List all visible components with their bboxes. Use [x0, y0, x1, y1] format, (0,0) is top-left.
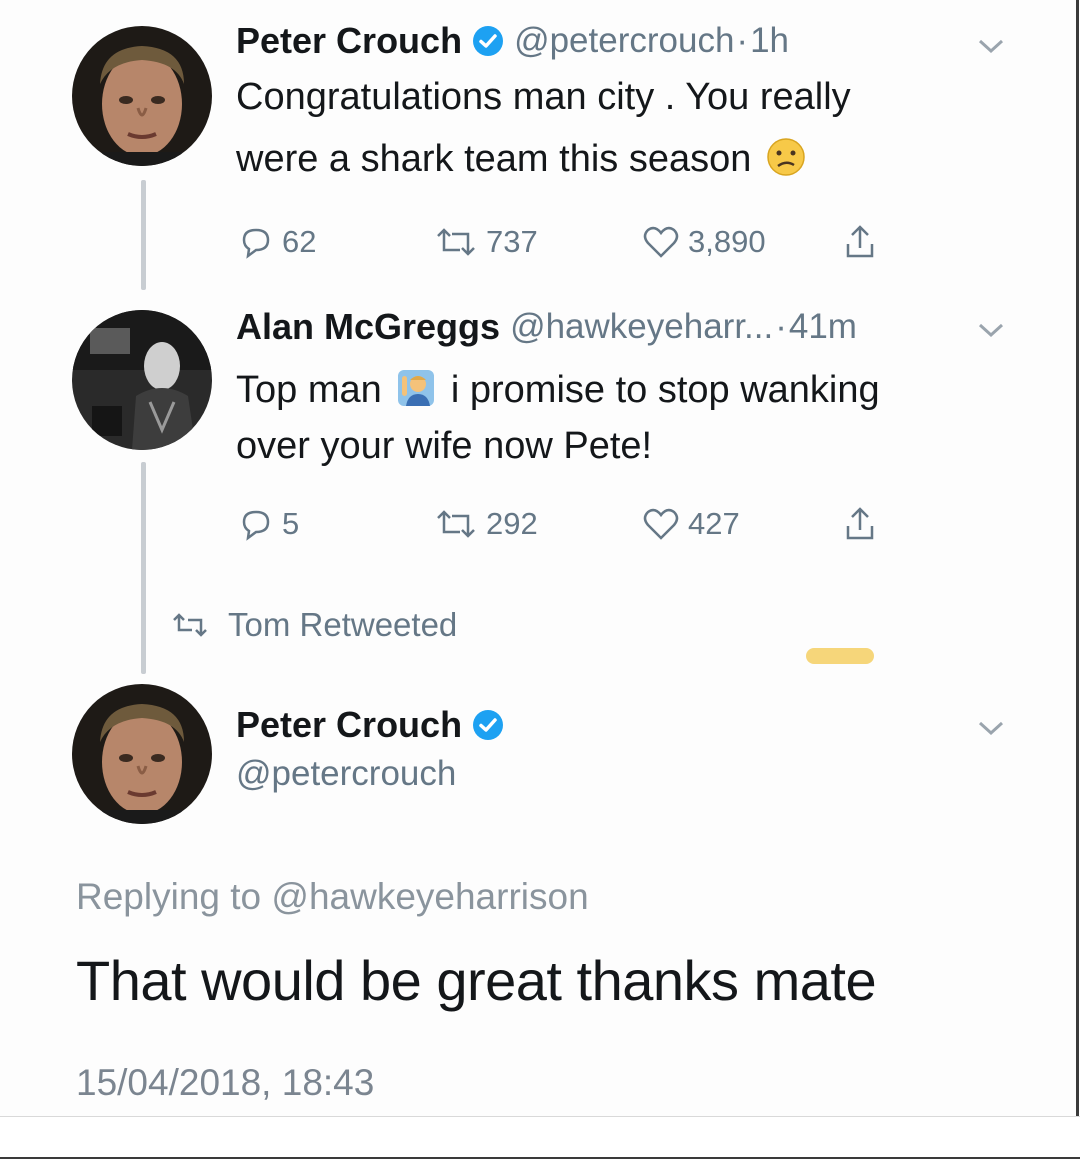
- reply-icon: [242, 228, 270, 259]
- separator-dot: ·: [736, 21, 749, 60]
- share-icon: [846, 507, 874, 540]
- tweet1-text-line2: were a shark team this season: [236, 138, 752, 180]
- heart-icon: [643, 226, 679, 258]
- retweet-icon: [437, 510, 475, 538]
- tweet3-handle-row: @petercrouch: [236, 754, 456, 794]
- author-handle[interactable]: @hawkeyeharr...: [510, 307, 773, 347]
- retweet-count: 292: [486, 506, 538, 541]
- reply-count: 62: [282, 224, 317, 259]
- bottom-strip: [0, 1116, 1080, 1164]
- tweet2-actions: 5 292 427: [236, 504, 936, 548]
- tweet1-text-line2-wrap: were a shark team this season: [236, 128, 851, 190]
- author-name[interactable]: Peter Crouch: [236, 20, 462, 62]
- share-icon: [846, 225, 874, 258]
- tweet2-text-line1: Top man i promise to stop wanking: [236, 362, 880, 418]
- tweet3-text: That would be great thanks mate: [76, 949, 877, 1012]
- reply-button[interactable]: 62: [236, 222, 316, 262]
- tweet-thread: Peter Crouch @petercrouch · 1h Congratul…: [0, 0, 1079, 1116]
- replying-to-mention[interactable]: @hawkeyeharrison: [271, 876, 588, 917]
- retweet-notice-text: Tom Retweeted: [228, 606, 458, 643]
- avatar[interactable]: [72, 684, 212, 824]
- retweet-count: 737: [486, 224, 538, 259]
- thread-line-2: [141, 462, 146, 674]
- tweet2-text: Top man i promise to stop wanking over y…: [236, 362, 880, 474]
- tweet-time[interactable]: 41m: [789, 307, 857, 347]
- verified-badge-icon: [472, 709, 504, 741]
- bottom-divider: [0, 1157, 1080, 1159]
- retweet-button[interactable]: 737: [432, 222, 538, 262]
- highlight-mark: [806, 648, 874, 664]
- man-raising-hand-emoji-icon: [398, 370, 435, 406]
- tweet1-header: Peter Crouch @petercrouch · 1h: [236, 20, 789, 62]
- reply-count: 5: [282, 506, 300, 541]
- replying-to: Replying to @hawkeyeharrison: [76, 876, 589, 918]
- retweet-button[interactable]: 292: [432, 504, 538, 544]
- separator-dot: ·: [775, 307, 787, 346]
- chevron-down-icon[interactable]: [976, 36, 1006, 56]
- retweet-icon: [437, 228, 475, 256]
- tweet2-header: Alan McGreggs @hawkeyeharr... · 41m: [236, 306, 857, 348]
- share-button[interactable]: [840, 222, 886, 262]
- author-name[interactable]: Alan McGreggs: [236, 306, 500, 348]
- tweet2-text-before-emoji: Top man: [236, 369, 382, 411]
- reply-icon: [242, 510, 270, 541]
- tweet1-text: Congratulations man city . You really we…: [236, 66, 851, 190]
- author-name[interactable]: Peter Crouch: [236, 704, 462, 746]
- like-count: 3,890: [688, 224, 766, 259]
- heart-icon: [643, 508, 679, 540]
- avatar[interactable]: [72, 310, 212, 450]
- tweet2-text-line2: over your wife now Pete!: [236, 425, 653, 467]
- verified-badge-icon: [472, 25, 504, 57]
- tweet-time[interactable]: 1h: [750, 21, 789, 61]
- share-button[interactable]: [840, 504, 886, 544]
- thread-line-1: [141, 180, 146, 290]
- chevron-down-icon[interactable]: [976, 718, 1006, 738]
- retweet-icon: [173, 613, 207, 637]
- tweet-timestamp[interactable]: 15/04/2018, 18:43: [76, 1062, 374, 1104]
- tweet2-text-after-emoji: i promise to stop wanking: [450, 369, 880, 411]
- tweet3-name-row: Peter Crouch: [236, 704, 504, 746]
- reply-button[interactable]: 5: [236, 504, 299, 544]
- confused-face-emoji-icon: [767, 138, 805, 176]
- author-handle[interactable]: @petercrouch: [236, 754, 456, 794]
- like-button[interactable]: 427: [640, 504, 740, 544]
- screenshot-page: Peter Crouch @petercrouch · 1h Congratul…: [0, 0, 1080, 1164]
- replying-to-label: Replying to: [76, 876, 262, 917]
- tweet1-text-line1: Congratulations man city . You really: [236, 76, 851, 118]
- like-button[interactable]: 3,890: [640, 222, 766, 262]
- author-handle[interactable]: @petercrouch: [514, 21, 734, 61]
- tweet1-actions: 62 737 3,890: [236, 222, 936, 266]
- like-count: 427: [688, 506, 740, 541]
- retweet-notice[interactable]: Tom Retweeted: [170, 606, 457, 644]
- chevron-down-icon[interactable]: [976, 320, 1006, 340]
- avatar[interactable]: [72, 26, 212, 166]
